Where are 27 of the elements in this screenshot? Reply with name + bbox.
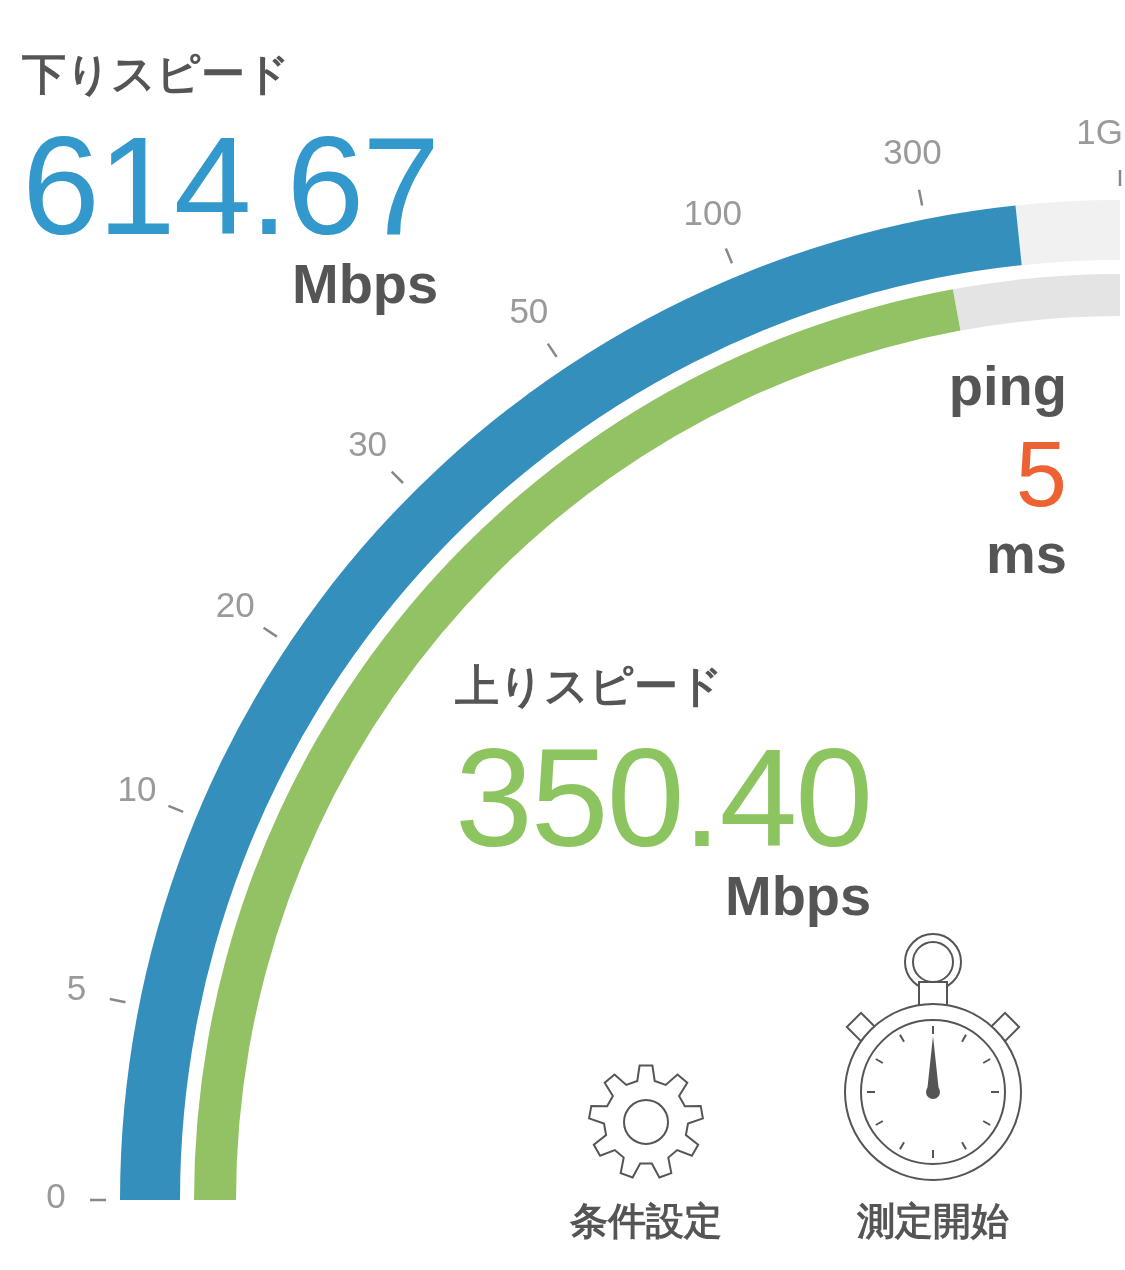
tick-mark [90,1198,106,1202]
tick-label: 1G [1076,112,1123,151]
tick-label: 5 [66,968,87,1008]
settings-button[interactable]: 条件設定 [570,1062,722,1247]
download-speed: 614.67 [22,116,439,256]
tick-label: 50 [509,291,549,331]
tick-mark [917,189,924,206]
tick-mark [109,997,126,1004]
tick-mark [390,470,404,484]
upload-speed: 350.40 [455,728,872,868]
download-title: 下りスピード [22,52,290,96]
ping-value: 5 [1015,428,1067,520]
tick-label: 30 [348,423,388,463]
upload-title: 上りスピード [455,664,723,708]
tick-mark [1118,170,1122,186]
tick-label: 10 [117,768,157,808]
tick-label: 0 [46,1176,66,1215]
tick-mark [546,342,558,358]
tick-label: 20 [215,584,255,624]
tick-mark [724,247,734,264]
stopwatch-icon [843,930,1023,1182]
tick-mark [262,626,278,638]
tick-label: 100 [683,193,743,232]
tick-label: 300 [883,132,942,172]
tick-mark [167,804,184,814]
ping-unit: ms [986,526,1067,582]
start-button[interactable]: 測定開始 [843,930,1023,1247]
